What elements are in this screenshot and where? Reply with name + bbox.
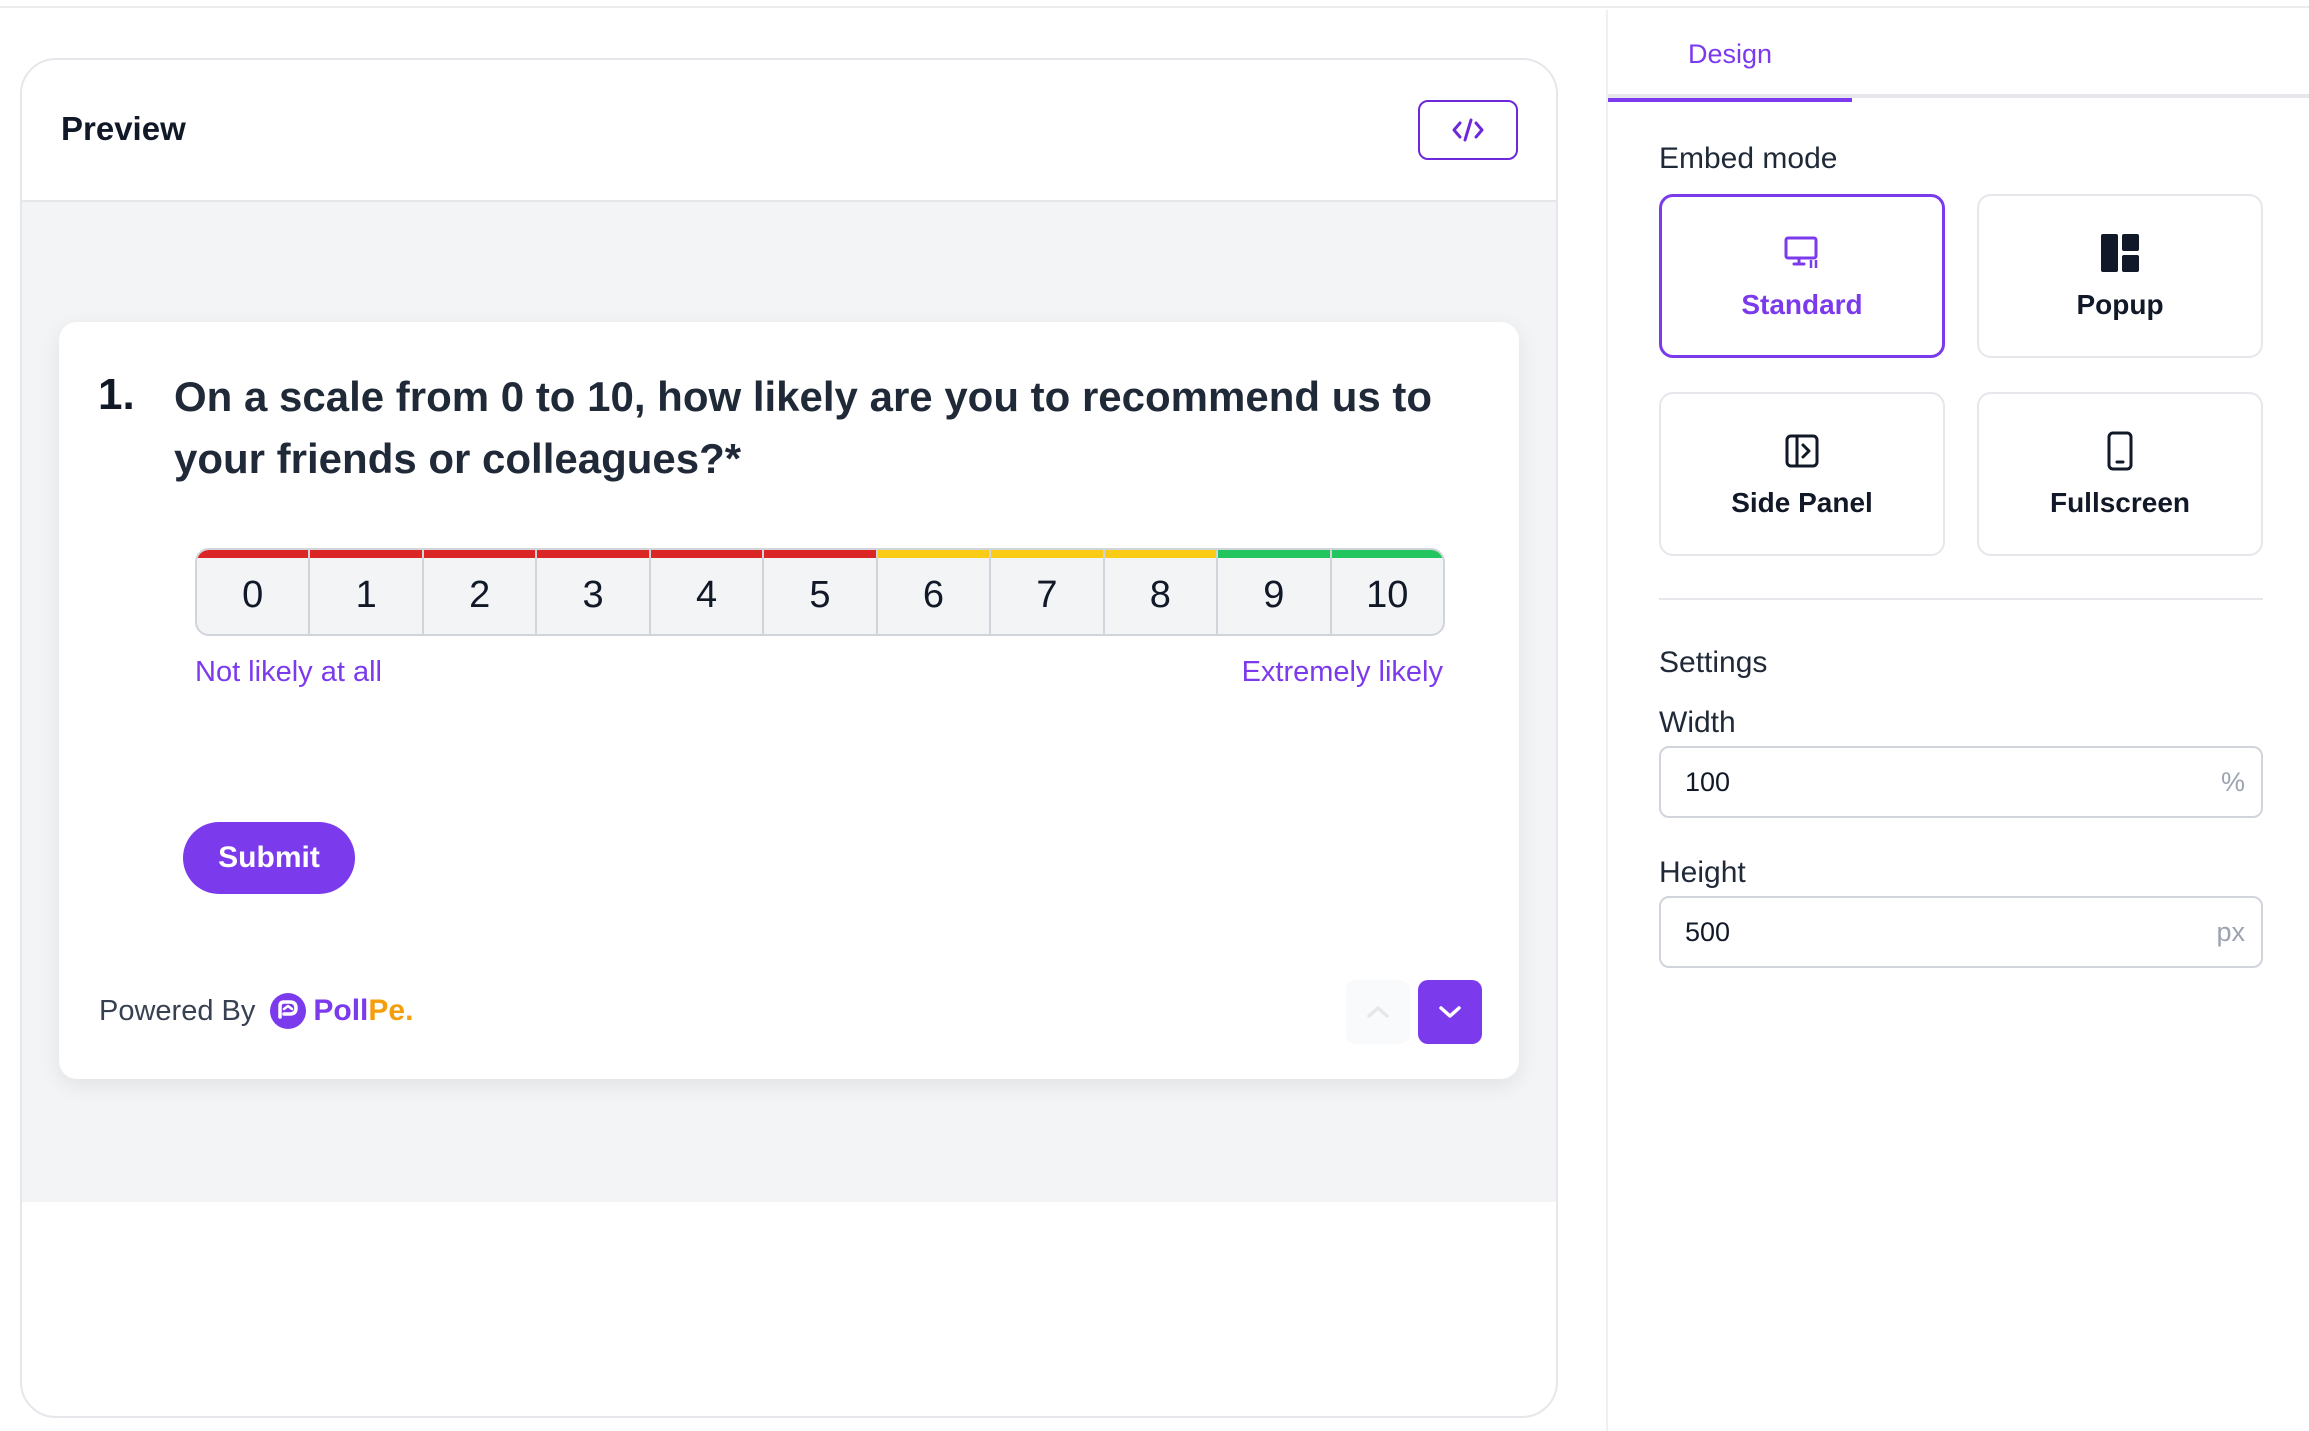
preview-panel: Preview 1. On a scale from 0 to 10, how … (20, 58, 1558, 1418)
scale-option-label: 3 (582, 573, 604, 616)
scale-option[interactable]: 5 (764, 550, 878, 634)
side-panel-icon (1780, 429, 1824, 473)
settings-label: Settings (1659, 646, 1768, 679)
mode-fullscreen[interactable]: Fullscreen (1977, 392, 2263, 556)
settings-panel: Design Embed mode Standard Popup Side Pa… (1606, 10, 2309, 1431)
scale-color-bar (310, 550, 422, 558)
nps-scale: 0 1 2 3 4 5 6 7 8 9 10 (195, 548, 1445, 636)
scale-option-label: 8 (1149, 573, 1171, 616)
scale-option-label: 2 (469, 573, 491, 616)
tab-design[interactable]: Design (1608, 10, 1852, 102)
scale-option-label: 6 (922, 573, 945, 616)
scale-option-label: 0 (242, 573, 264, 616)
scale-option[interactable]: 10 (1331, 550, 1443, 634)
scale-color-bar (1218, 550, 1330, 558)
settings-tabs: Design (1608, 10, 2309, 102)
scale-color-bar (197, 550, 309, 558)
survey-card: 1. On a scale from 0 to 10, how likely a… (59, 322, 1519, 1079)
brand-poll-text: Poll (313, 994, 369, 1027)
mode-standard[interactable]: Standard (1659, 194, 1945, 358)
code-icon (1452, 118, 1484, 142)
width-field[interactable]: % (1659, 746, 2263, 818)
scale-color-bar (1104, 550, 1217, 558)
scale-option[interactable]: 0 (197, 550, 311, 634)
top-border (0, 0, 2309, 8)
powered-by-text: Powered By (99, 994, 256, 1027)
chevron-up-icon (1367, 1006, 1389, 1018)
scale-color-bar (650, 550, 763, 558)
embed-mode-label: Embed mode (1659, 142, 1838, 175)
scale-high-label: Extremely likely (1241, 656, 1443, 688)
question-text: On a scale from 0 to 10, how likely are … (174, 373, 1433, 482)
mode-popup-label: Popup (2076, 289, 2164, 320)
brand-pe-text: Pe. (368, 994, 414, 1027)
mode-popup[interactable]: Popup (1977, 194, 2263, 358)
layout-dashboard-icon (2098, 231, 2142, 275)
mode-standard-label: Standard (1741, 289, 1863, 320)
active-tab-indicator (1608, 98, 1852, 102)
section-divider (1659, 598, 2263, 600)
scale-option-label: 1 (355, 573, 377, 616)
preview-title: Preview (61, 110, 186, 147)
width-unit: % (2220, 766, 2245, 797)
pollpe-logo-icon (270, 993, 307, 1029)
scale-low-label: Not likely at all (195, 656, 382, 688)
height-unit: px (2216, 916, 2245, 947)
scale-option-label: 7 (1036, 573, 1058, 616)
height-input[interactable] (1685, 916, 2217, 948)
height-label: Height (1659, 856, 1746, 889)
width-label: Width (1659, 706, 1736, 739)
scale-option[interactable]: 9 (1218, 550, 1332, 634)
scale-color-bar (1331, 550, 1443, 558)
scale-option-label: 4 (695, 573, 718, 616)
submit-button[interactable]: Submit (183, 822, 355, 894)
scale-option[interactable]: 6 (877, 550, 992, 634)
mode-fullscreen-label: Fullscreen (2049, 487, 2191, 518)
pollpe-logo[interactable]: PollPe. (269, 992, 413, 1030)
scale-color-bar (423, 550, 536, 558)
scale-option-label: 9 (1263, 573, 1285, 616)
scale-option[interactable]: 4 (650, 550, 765, 634)
width-input[interactable] (1685, 766, 2221, 798)
scale-option-label: 5 (809, 573, 831, 616)
chevron-down-icon (1439, 1006, 1461, 1018)
scale-option[interactable]: 2 (423, 550, 538, 634)
scale-option[interactable]: 8 (1104, 550, 1219, 634)
preview-header: Preview (22, 60, 1556, 202)
scale-option[interactable]: 3 (537, 550, 651, 634)
scale-color-bar (991, 550, 1103, 558)
scale-option[interactable]: 7 (991, 550, 1105, 634)
height-field[interactable]: px (1659, 896, 2263, 968)
scale-option[interactable]: 1 (310, 550, 424, 634)
monitor-icon (1780, 231, 1824, 275)
powered-by: Powered By PollPe. (99, 992, 413, 1030)
scale-color-bar (877, 550, 990, 558)
previous-question-button[interactable] (1346, 980, 1410, 1044)
scale-color-bar (537, 550, 649, 558)
embed-code-button[interactable] (1418, 100, 1518, 160)
smartphone-icon (2098, 429, 2142, 473)
scale-color-bar (764, 550, 876, 558)
next-question-button[interactable] (1418, 980, 1482, 1044)
scale-option-label: 10 (1366, 573, 1409, 616)
tab-design-label: Design (1687, 38, 1773, 69)
question-number: 1. (98, 370, 135, 419)
mode-side-panel-label: Side Panel (1731, 487, 1873, 518)
preview-canvas: 1. On a scale from 0 to 10, how likely a… (22, 202, 1556, 1202)
mode-side-panel[interactable]: Side Panel (1659, 392, 1945, 556)
